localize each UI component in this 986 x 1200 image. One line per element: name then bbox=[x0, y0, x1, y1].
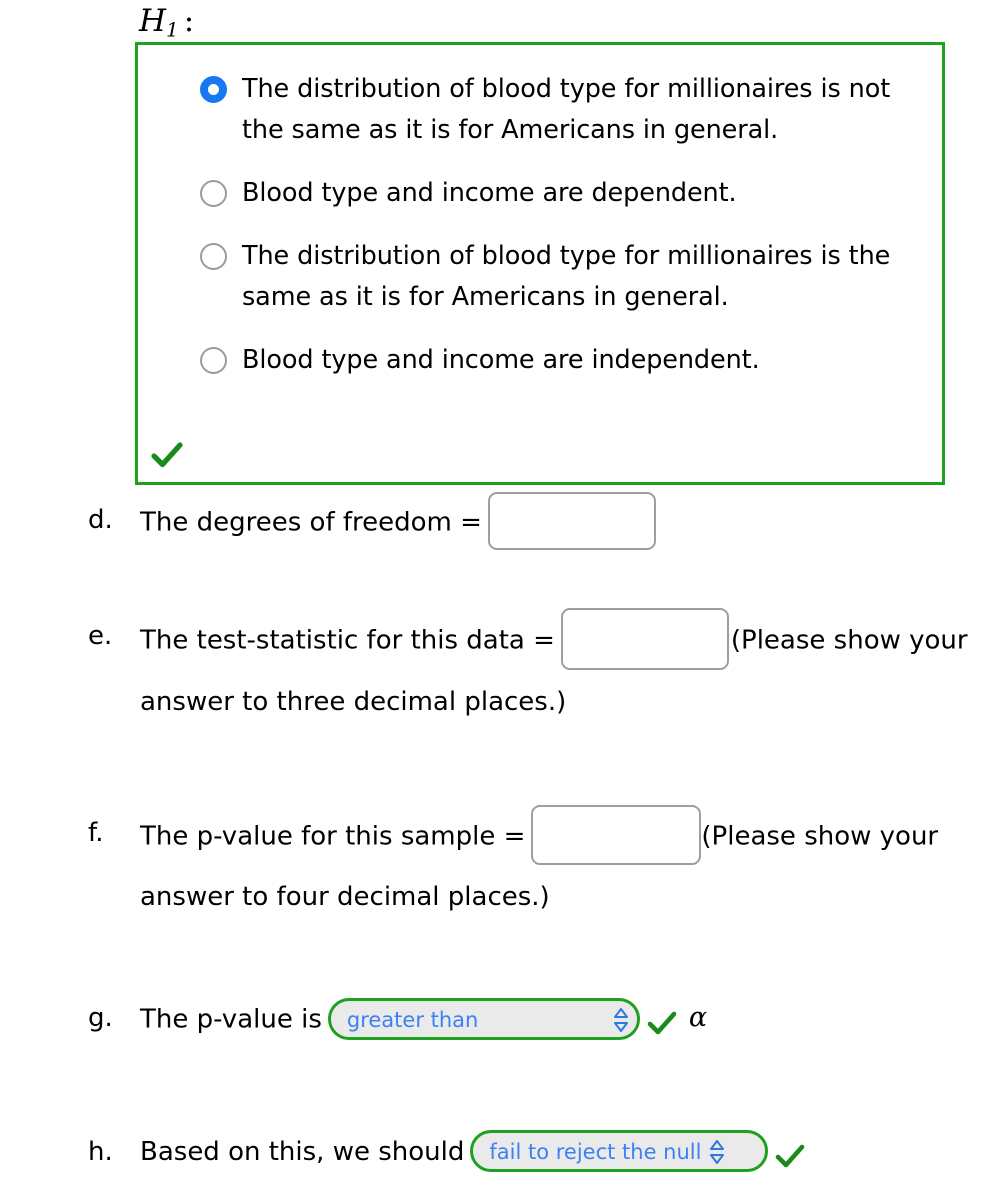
alpha-symbol: α bbox=[688, 1002, 708, 1033]
question-e-body: The test-statistic for this data = (Pleas… bbox=[140, 608, 970, 730]
question-f-text: The p-value for this sample = bbox=[140, 821, 526, 852]
p-value-comparison-value: greater than bbox=[346, 1007, 479, 1032]
question-d-marker: d. bbox=[88, 505, 113, 535]
hypothesis-subscript: 1 bbox=[166, 17, 179, 42]
question-e-text: The test-statistic for this data = bbox=[140, 625, 555, 656]
radio-unselected-icon[interactable] bbox=[200, 347, 227, 374]
question-d-text: The degrees of freedom = bbox=[140, 507, 482, 538]
question-g: g. The p-value is greater than α bbox=[88, 990, 978, 1050]
chevron-up-down-icon bbox=[613, 1007, 629, 1033]
check-icon bbox=[647, 1003, 677, 1035]
test-statistic-input[interactable] bbox=[560, 608, 729, 670]
check-icon bbox=[775, 1136, 805, 1167]
question-d: d. The degrees of freedom = bbox=[88, 492, 978, 554]
p-value-comparison-select[interactable]: greater than bbox=[327, 997, 640, 1040]
question-f: f. The p-value for this sample = (Please s… bbox=[88, 805, 978, 925]
question-g-marker: g. bbox=[88, 1003, 113, 1033]
radio-option-1-label: The distribution of blood type for milli… bbox=[242, 74, 891, 145]
radio-option-3[interactable]: The distribution of blood type for milli… bbox=[200, 236, 930, 318]
radio-option-2-label: Blood type and income are dependent. bbox=[242, 178, 737, 208]
degrees-of-freedom-input[interactable] bbox=[487, 492, 656, 550]
question-h-marker: h. bbox=[88, 1137, 113, 1167]
question-h-body: Based on this, we should fail to reject t… bbox=[140, 1124, 970, 1180]
hypothesis-colon: : bbox=[183, 3, 195, 39]
decision-value: fail to reject the null bbox=[489, 1140, 702, 1164]
question-g-text: The p-value is bbox=[140, 1004, 322, 1035]
question-f-body: The p-value for this sample = (Please sho… bbox=[140, 805, 970, 925]
radio-group: The distribution of blood type for milli… bbox=[200, 69, 930, 381]
question-e-marker: e. bbox=[88, 621, 113, 651]
radio-option-1[interactable]: The distribution of blood type for milli… bbox=[200, 69, 930, 151]
decision-select[interactable]: fail to reject the null bbox=[470, 1130, 769, 1172]
hypothesis-symbol: H bbox=[139, 3, 167, 39]
question-h: h. Based on this, we should fail to reject… bbox=[88, 1124, 978, 1180]
radio-unselected-icon[interactable] bbox=[200, 180, 227, 207]
radio-unselected-icon[interactable] bbox=[200, 243, 227, 270]
question-g-body: The p-value is greater than α bbox=[140, 990, 970, 1050]
chevron-up-down-icon bbox=[709, 1139, 725, 1165]
question-h-text: Based on this, we should bbox=[140, 1137, 465, 1167]
question-d-body: The degrees of freedom = bbox=[140, 492, 970, 554]
hypothesis-answer-box: The distribution of blood type for milli… bbox=[135, 42, 945, 485]
radio-selected-icon[interactable] bbox=[200, 76, 227, 103]
question-f-marker: f. bbox=[88, 818, 104, 848]
p-value-input[interactable] bbox=[531, 805, 702, 865]
radio-option-2[interactable]: Blood type and income are dependent. bbox=[200, 173, 930, 214]
check-icon bbox=[150, 438, 184, 472]
question-e: e. The test-statistic for this data = (Ple… bbox=[88, 608, 978, 730]
radio-option-4-label: Blood type and income are independent. bbox=[242, 345, 760, 375]
radio-option-4[interactable]: Blood type and income are independent. bbox=[200, 340, 930, 381]
radio-option-3-label: The distribution of blood type for milli… bbox=[242, 241, 891, 312]
